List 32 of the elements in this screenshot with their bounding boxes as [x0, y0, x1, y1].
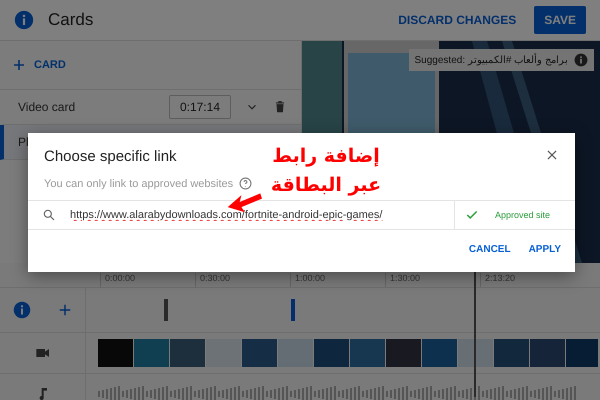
help-icon — [239, 177, 252, 190]
close-icon — [545, 148, 559, 162]
plus-icon — [58, 303, 72, 317]
annotation-text: إضافة رابط — [271, 144, 381, 169]
dialog-subtitle: You can only link to approved websites — [44, 178, 234, 190]
card-marker-icon — [291, 299, 295, 321]
time-tick: 0:30:00 — [195, 273, 290, 287]
time-field[interactable]: 0:17:14 — [168, 95, 231, 119]
page-title: Cards — [48, 10, 94, 30]
card-name: Pl — [18, 135, 30, 149]
dialog-title: Choose specific link — [44, 148, 178, 165]
card-name: Video card — [18, 100, 76, 114]
search-icon — [42, 208, 56, 222]
time-tick: 2:13:20 — [480, 273, 590, 287]
time-tick: 0:00:00 — [100, 273, 195, 287]
checkmark-icon — [465, 208, 479, 222]
suggestion-text: Suggested: برامج وألعاب #الكمبيوتر — [414, 54, 568, 66]
discard-button[interactable]: DISCARD CHANGES — [388, 6, 526, 34]
plus-icon — [14, 60, 24, 70]
info-icon — [574, 53, 588, 67]
info-icon — [14, 10, 34, 30]
trash-icon — [273, 100, 287, 114]
cancel-button[interactable]: CANCEL — [462, 240, 517, 259]
time-tick: 1:00:00 — [290, 273, 385, 287]
approval-status: Approved site — [495, 210, 550, 220]
save-button[interactable]: SAVE — [534, 6, 586, 34]
add-card-button[interactable]: CARD — [14, 59, 66, 71]
apply-button[interactable]: APPLY — [522, 240, 567, 259]
card-marker-icon — [164, 299, 168, 321]
url-field[interactable]: https://www.alarabydownloads.com/fortnite-android-epic-games/ — [70, 209, 454, 221]
info-icon — [13, 301, 32, 319]
annotation-text: عبر البطاقة — [270, 173, 382, 198]
